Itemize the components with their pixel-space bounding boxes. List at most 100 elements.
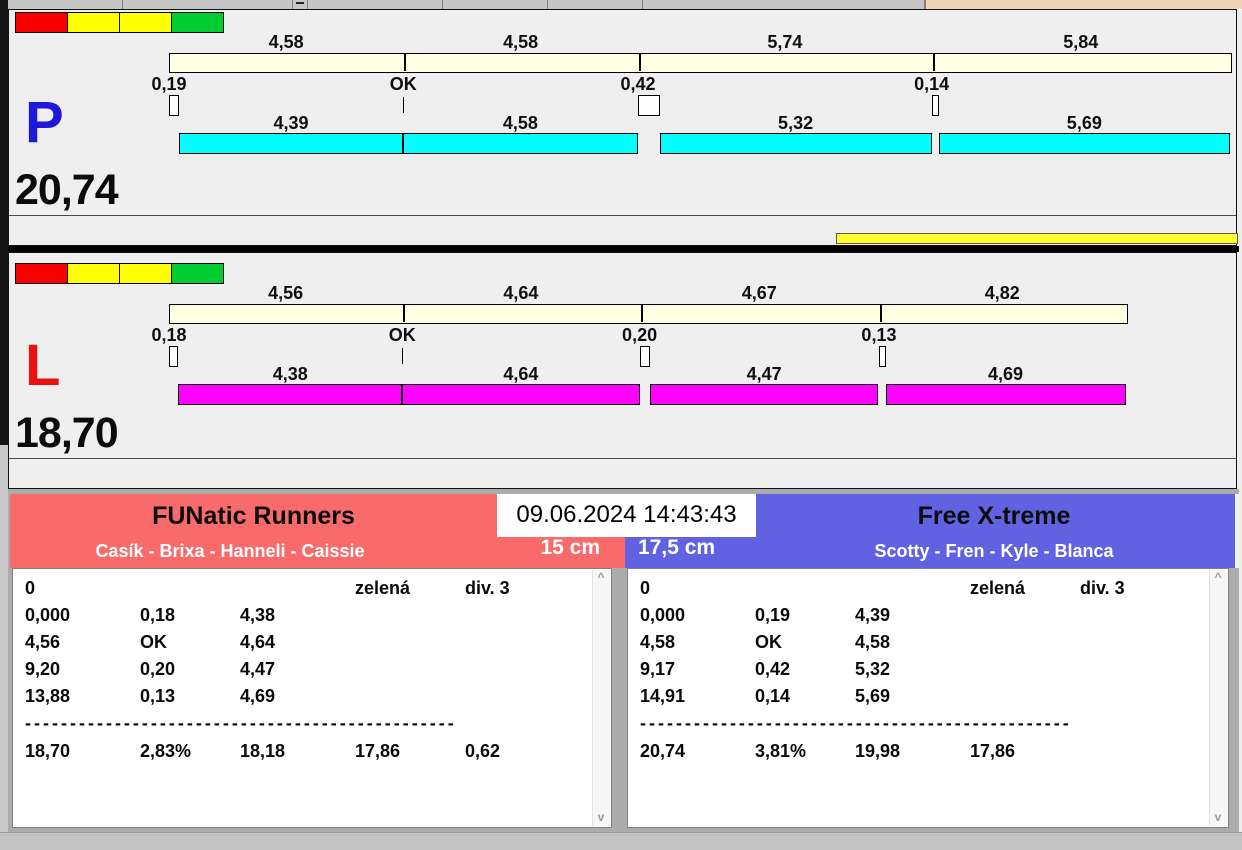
header-edge-sliver (1235, 494, 1239, 568)
top-strip-segment (548, 0, 643, 9)
pass-ok-tick (403, 97, 405, 113)
dog-run-bar (659, 133, 932, 154)
table-cell: 4,69 (240, 686, 276, 706)
jump-height-left: 15 cm (540, 536, 600, 559)
pass-gap-label: OK (389, 74, 417, 94)
table-cell: 4,38 (240, 605, 276, 625)
table-cell (1080, 656, 1208, 683)
crossing-divider (403, 304, 406, 322)
status-lights (15, 12, 224, 33)
table-cell (1080, 738, 1208, 765)
table-cell (355, 683, 465, 710)
table-cell: zelená (970, 578, 1026, 598)
lane-letter: P (25, 90, 64, 155)
crossing-divider (932, 53, 935, 71)
table-cell (465, 602, 591, 629)
scroll-down-button[interactable]: v (1210, 810, 1226, 826)
dog-run-bar (403, 133, 638, 154)
lane-divider-line (9, 458, 1236, 459)
dog-time-label: 4,58 (502, 113, 538, 133)
pass-gap-labels: 0,18 OK 0,20 0,13 (9, 325, 1236, 345)
dog-time-label: 5,32 (778, 113, 814, 133)
crossing-time-label: 5,74 (767, 32, 803, 52)
table-row: 4,58 OK 4,58 (628, 629, 1208, 656)
table-row: 0 zelená div. 3 (628, 575, 1208, 602)
pass-gap-label: 0,13 (861, 325, 897, 345)
table-cell (1080, 629, 1208, 656)
scroll-up-button[interactable]: ^ (593, 570, 609, 586)
table-row: 0,000 0,19 4,39 (628, 602, 1208, 629)
dog-run-bar (938, 133, 1230, 154)
top-strip-segment (123, 0, 293, 9)
lane-total-time: 20,74 (15, 166, 119, 214)
table-cell (355, 629, 465, 656)
status-light (15, 12, 68, 33)
table-cell: 0,19 (755, 605, 791, 625)
table-cell (1080, 602, 1208, 629)
table-cell (140, 575, 240, 602)
dog-time-label: 4,47 (746, 364, 782, 384)
table-cell: 9,20 (25, 659, 61, 679)
lane-bars: 4,56 4,64 4,67 4,82 0,18 OK 0,20 0,13 4,38 4,64… (9, 261, 1236, 488)
table-cell (465, 683, 591, 710)
minimize-glyph (296, 2, 304, 4)
window-left-edge (0, 0, 8, 445)
lane-panel-l: 4,56 4,64 4,67 4,82 0,18 OK 0,20 0,13 4,38 4,64… (8, 252, 1237, 489)
pass-gap-label: 0,14 (914, 74, 950, 94)
table-cell (970, 602, 1080, 629)
dog-time-label: 4,39 (273, 113, 309, 133)
table-cell: 5,32 (855, 659, 891, 679)
pass-gap-marks (9, 95, 1236, 116)
table-cell (465, 629, 591, 656)
table-cell (970, 656, 1080, 683)
table-cell: 19,98 (855, 741, 901, 761)
crossing-divider (404, 53, 407, 71)
table-cell: 4,56 (25, 632, 61, 652)
table-cell: 4,58 (855, 632, 891, 652)
crossing-time-labels: 4,58 4,58 5,74 5,84 (9, 32, 1236, 52)
table-cell: 0,42 (755, 659, 791, 679)
dog-time-label: 4,64 (503, 364, 539, 384)
table-cell: 13,88 (25, 686, 71, 706)
crossing-divider (639, 53, 642, 71)
table-cell: 3,81% (755, 741, 807, 761)
table-rows: 0 zelená div. 3 0,000 0,19 4,39 4,58 OK 4,58 9,17… (628, 575, 1208, 765)
team-name: FUNatic Runners (152, 502, 355, 530)
jump-height-right: 17,5 cm (638, 536, 716, 559)
dog-run-bar (178, 384, 403, 405)
table-cell (1080, 683, 1208, 710)
table-cell (465, 656, 591, 683)
table-row: 9,20 0,20 4,47 (13, 656, 591, 683)
top-strip-segment (308, 0, 443, 9)
table-cell: 0,20 (140, 659, 176, 679)
pass-gap-marks (9, 346, 1236, 367)
scroll-down-button[interactable]: v (593, 810, 609, 826)
status-light (67, 12, 120, 33)
table-cell: 20,74 (640, 741, 686, 761)
lane-divider-line (9, 215, 1236, 216)
crossing-divider (640, 304, 643, 322)
lane-letter: L (25, 333, 61, 398)
lane-bars: 4,58 4,58 5,74 5,84 0,19 OK 0,42 0,14 4,39 4,58… (9, 10, 1236, 245)
pass-gap-labels: 0,19 OK 0,42 0,14 (9, 74, 1236, 94)
dog-run-bar (402, 384, 640, 405)
window-left-edge-lower (0, 445, 8, 832)
vertical-scrollbar[interactable]: ^ v (1209, 570, 1227, 826)
dog-run-bar (649, 384, 879, 405)
top-strip-tan-area (925, 0, 1242, 9)
table-row: 9,17 0,42 5,32 (628, 656, 1208, 683)
table-cell: 17,86 (970, 741, 1016, 761)
crossing-time-label: 4,64 (503, 283, 539, 303)
table-cell: zelená (355, 578, 411, 598)
table-cell: 0,000 (640, 605, 686, 625)
vertical-scrollbar[interactable]: ^ v (592, 570, 610, 826)
top-strip-segment (293, 0, 308, 9)
scroll-up-button[interactable]: ^ (1210, 570, 1226, 586)
table-cell (355, 602, 465, 629)
crossing-time-label: 4,56 (268, 283, 304, 303)
table-cell (755, 575, 855, 602)
pass-gap-label: 0,19 (151, 74, 187, 94)
table-cell: 4,64 (240, 632, 276, 652)
pass-gap-label: 0,20 (622, 325, 658, 345)
table-row: 0,000 0,18 4,38 (13, 602, 591, 629)
